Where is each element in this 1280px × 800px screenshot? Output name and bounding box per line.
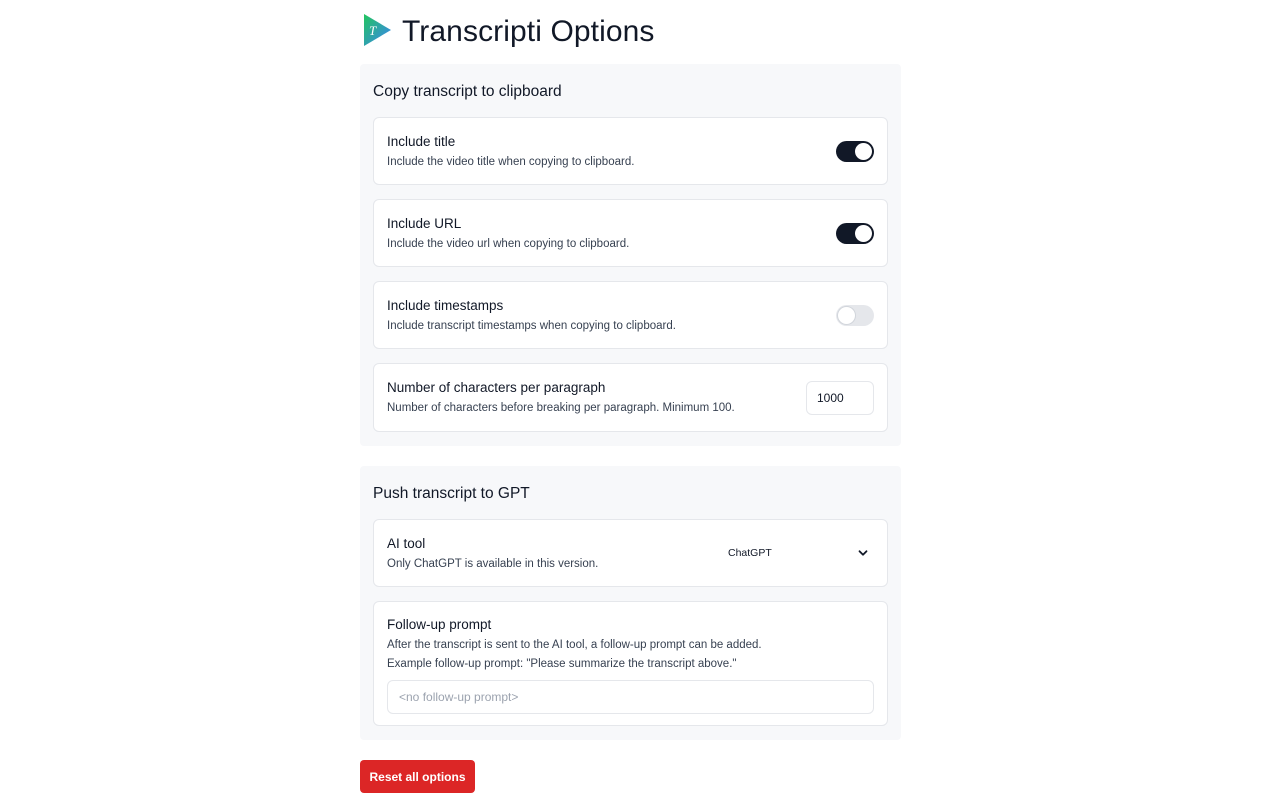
followup-prompt-description-line1: After the transcript is sent to the AI t… (387, 639, 762, 651)
gpt-section-title: Push transcript to GPT (373, 485, 530, 502)
clipboard-section-title: Copy transcript to clipboard (373, 83, 562, 100)
chars-per-paragraph-label: Number of characters per paragraph (387, 380, 606, 395)
include-url-label: Include URL (387, 215, 462, 231)
clipboard-section: Copy transcript to clipboard Include tit… (360, 64, 901, 446)
toggle-knob (855, 142, 872, 160)
followup-prompt-input[interactable] (387, 680, 874, 714)
ai-tool-selected-value: ChatGPT (728, 547, 772, 559)
ai-tool-description: Only ChatGPT is available in this versio… (387, 557, 599, 570)
include-url-toggle[interactable] (836, 222, 874, 244)
include-timestamps-description: Include transcript timestamps when copyi… (387, 319, 676, 332)
include-title-description: Include the video title when copying to … (387, 155, 635, 168)
include-timestamps-toggle[interactable] (836, 304, 874, 326)
include-title-label: Include title (387, 133, 456, 149)
options-page: T Transcripti Options Copy transcript to… (360, 0, 901, 793)
ai-tool-label: AI tool (387, 535, 426, 551)
include-url-card: Include URL Include the video url when c… (373, 199, 888, 267)
include-timestamps-card: Include timestamps Include transcript ti… (373, 281, 888, 349)
page-title: Transcripti Options (402, 15, 655, 48)
toggle-knob (855, 224, 872, 242)
chars-per-paragraph-input[interactable] (806, 380, 874, 415)
chars-per-paragraph-card: Number of characters per paragraph Numbe… (373, 363, 888, 432)
page-header: T Transcripti Options (360, 0, 901, 64)
reset-all-options-button[interactable]: Reset all options (360, 760, 475, 793)
chars-per-paragraph-description: Number of characters before breaking per… (387, 402, 735, 414)
include-title-card: Include title Include the video title wh… (373, 117, 888, 185)
followup-prompt-label: Follow-up prompt (387, 617, 492, 632)
followup-prompt-card: Follow-up prompt After the transcript is… (373, 601, 888, 726)
include-timestamps-label: Include timestamps (387, 297, 504, 313)
followup-prompt-description-line2: Example follow-up prompt: "Please summar… (387, 658, 737, 670)
gpt-section: Push transcript to GPT AI tool Only Chat… (360, 466, 901, 740)
include-title-toggle[interactable] (836, 140, 874, 162)
ai-tool-card: AI tool Only ChatGPT is available in thi… (373, 519, 888, 587)
toggle-knob (838, 306, 855, 324)
logo-letter: T (369, 23, 377, 38)
chevron-down-icon (858, 550, 868, 556)
include-url-description: Include the video url when copying to cl… (387, 237, 630, 250)
play-triangle-logo-icon: T (364, 14, 391, 46)
ai-tool-select[interactable]: ChatGPT (720, 547, 877, 559)
